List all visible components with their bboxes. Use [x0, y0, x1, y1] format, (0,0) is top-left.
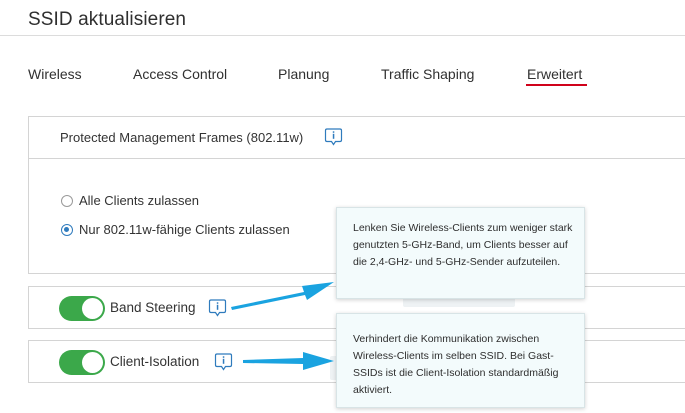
radio-label: Nur 802.11w-fähige Clients zulassen: [79, 222, 290, 237]
band-steering-tooltip: Lenken Sie Wireless-Clients zum weniger …: [336, 207, 585, 299]
radio-button-selected[interactable]: [61, 224, 73, 236]
info-icon[interactable]: [324, 127, 343, 147]
band-steering-toggle[interactable]: [59, 296, 105, 321]
tab-wireless[interactable]: Wireless: [28, 66, 82, 82]
radio-button[interactable]: [61, 195, 73, 207]
tab-erweitert[interactable]: Erweitert: [527, 66, 582, 82]
page-title: SSID aktualisieren: [28, 9, 187, 30]
pmf-title: Protected Management Frames (802.11w): [60, 130, 304, 145]
title-divider: [0, 35, 685, 36]
tab-access-control[interactable]: Access Control: [133, 66, 227, 82]
client-isolation-tooltip: Verhindert die Kommunikation zwischen Wi…: [336, 313, 585, 408]
client-isolation-toggle[interactable]: [59, 350, 105, 375]
info-icon[interactable]: [214, 352, 233, 372]
client-isolation-label: Client-Isolation: [110, 354, 200, 369]
active-tab-indicator: [526, 84, 587, 86]
tab-bar: Wireless Access Control Planung Traffic …: [0, 64, 685, 96]
band-steering-label: Band Steering: [110, 300, 196, 315]
ssid-update-page: SSID aktualisieren Wireless Access Contr…: [0, 0, 685, 413]
pmf-card-header: Protected Management Frames (802.11w): [29, 117, 685, 159]
radio-label: Alle Clients zulassen: [79, 193, 199, 208]
tab-planung[interactable]: Planung: [278, 66, 329, 82]
tab-traffic-shaping[interactable]: Traffic Shaping: [381, 66, 474, 82]
info-icon[interactable]: [208, 298, 227, 318]
